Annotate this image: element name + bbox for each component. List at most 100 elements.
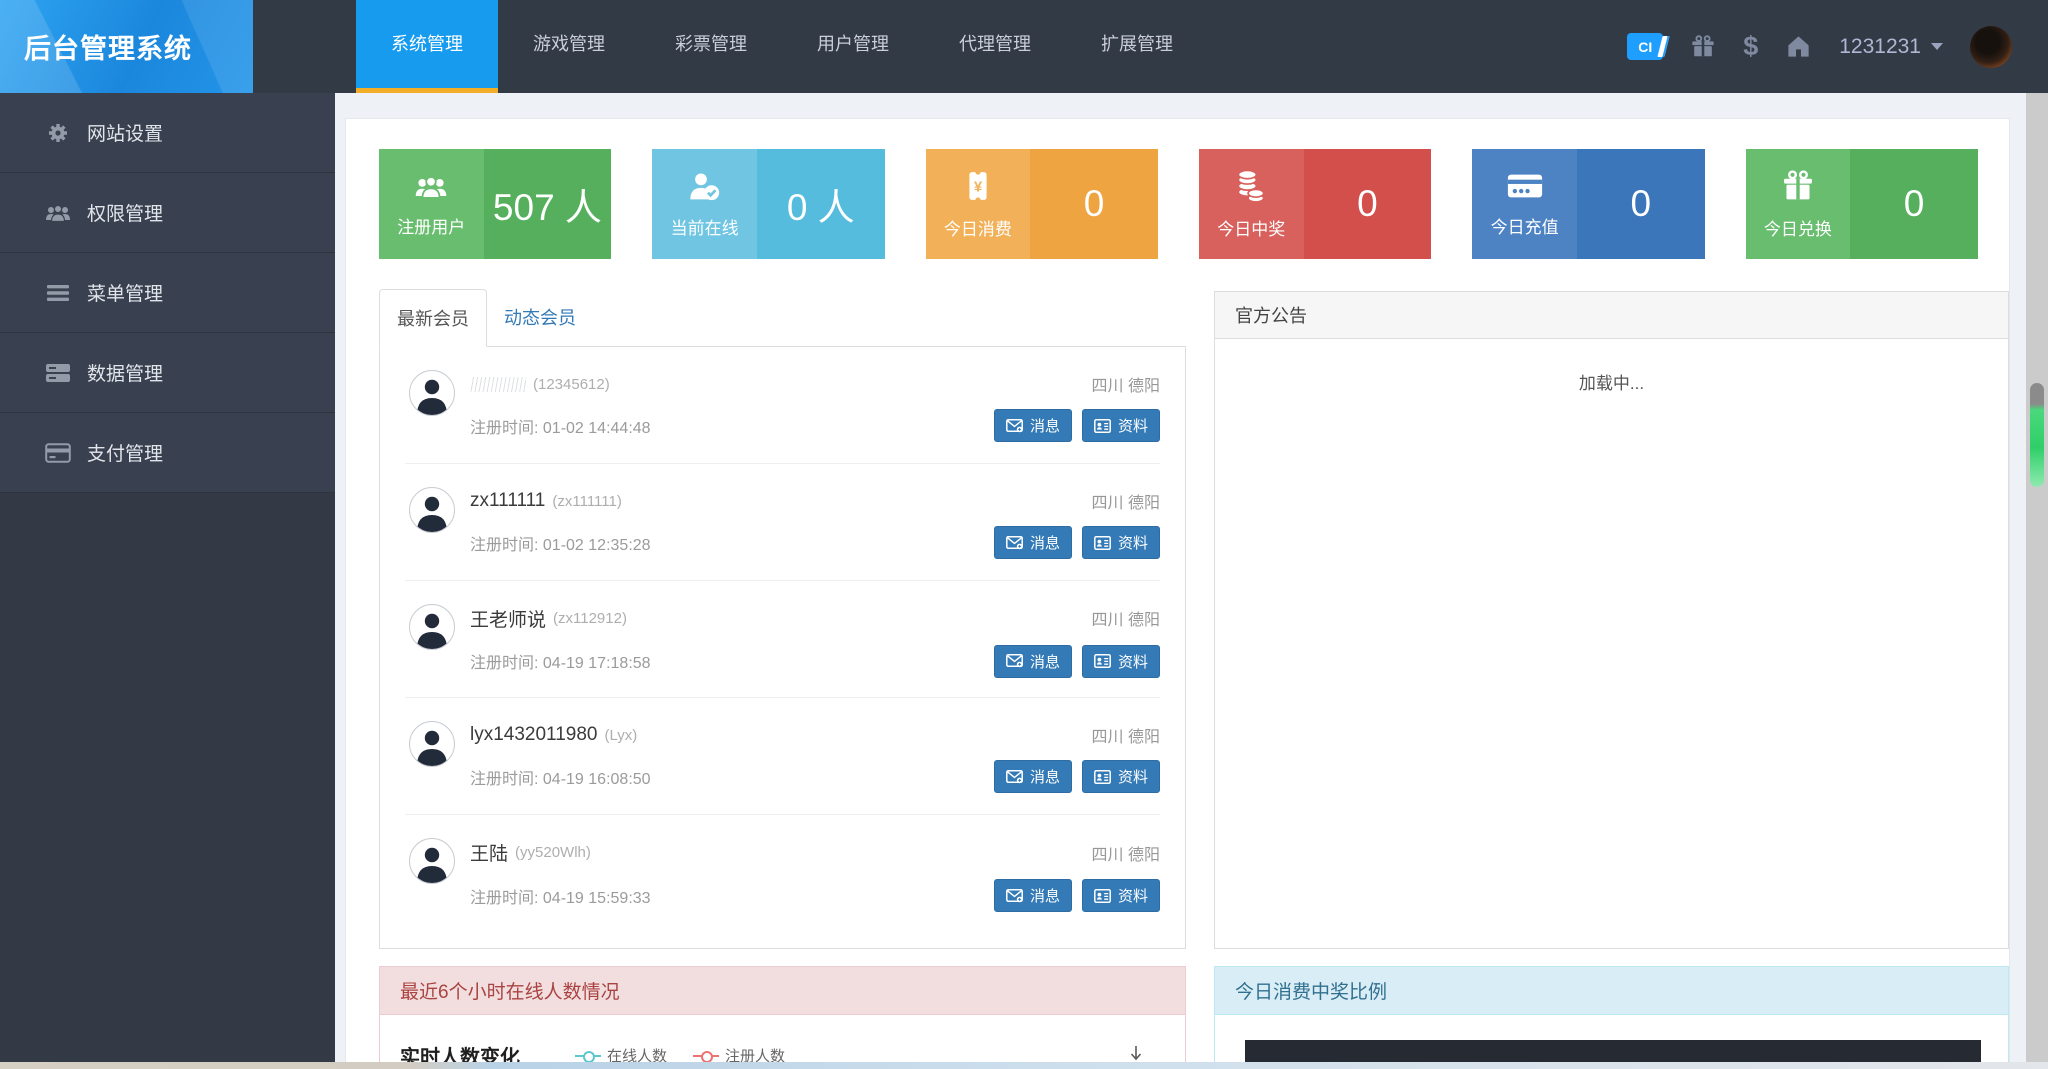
member-location: 四川 德阳 xyxy=(1092,841,1160,865)
member-username: (Lyx) xyxy=(604,727,637,744)
reg-time-label: 注册时间: xyxy=(470,420,538,437)
message-button[interactable]: 消息 xyxy=(994,760,1072,793)
announcement-title: 官方公告 xyxy=(1215,292,2008,339)
online-users-panel: 最近6个小时在线人数情况 实时人数变化 在线人数 注册人数 xyxy=(379,966,1186,1069)
stat-label: 今日中奖 xyxy=(1217,215,1285,240)
gift-icon[interactable] xyxy=(1690,34,1716,60)
announcement-loading: 加载中... xyxy=(1215,339,2008,394)
message-button[interactable]: 消息 xyxy=(994,879,1072,912)
credit-card-icon xyxy=(44,443,71,463)
reg-time-label: 注册时间: xyxy=(470,537,538,554)
id-card-icon xyxy=(1094,770,1111,784)
profile-button[interactable]: 资料 xyxy=(1082,760,1160,793)
sidebar: 网站设置 权限管理 xyxy=(0,93,335,1069)
stat-value: 0 xyxy=(1577,149,1705,259)
ci-badge-icon[interactable]: CI xyxy=(1627,33,1663,60)
profile-button[interactable]: 资料 xyxy=(1082,645,1160,678)
admin-dashboard: 后台管理系统 系统管理 游戏管理 彩票管理 用户管理 代理管理 扩展管理 CI xyxy=(0,0,2048,1069)
tab-active-members[interactable]: 动态会员 xyxy=(487,289,593,347)
home-icon[interactable] xyxy=(1785,33,1812,60)
red-line-marker-icon xyxy=(693,1051,719,1061)
database-icon xyxy=(44,362,71,384)
nav-tab-lottery[interactable]: 彩票管理 xyxy=(640,0,782,93)
stat-card-today-redeem[interactable]: 今日兑换 0 xyxy=(1746,149,1978,259)
member-username: (zx112912) xyxy=(553,610,627,627)
member-name: 王老师说 xyxy=(470,605,546,632)
vertical-scrollbar[interactable] xyxy=(2026,93,2048,1062)
username-label: 1231231 xyxy=(1839,35,1921,59)
member-username: (12345612) xyxy=(533,376,610,393)
horizontal-scrollbar[interactable] xyxy=(0,1062,2048,1069)
user-menu[interactable]: 1231231 xyxy=(1839,35,1943,59)
envelope-icon xyxy=(1006,419,1023,433)
nav-tab-user[interactable]: 用户管理 xyxy=(782,0,924,93)
navbar-actions: CI $ 1231231 xyxy=(1627,0,2012,93)
envelope-icon xyxy=(1006,536,1023,550)
dollar-icon[interactable]: $ xyxy=(1743,31,1758,62)
sidebar-item-menu-manage[interactable]: 菜单管理 xyxy=(0,253,335,333)
nav-tab-game[interactable]: 游戏管理 xyxy=(498,0,640,93)
sidebar-item-label: 数据管理 xyxy=(87,359,163,386)
stat-card-today-recharge[interactable]: 今日充值 0 xyxy=(1472,149,1704,259)
sidebar-item-permissions[interactable]: 权限管理 xyxy=(0,173,335,253)
nav-tab-agent[interactable]: 代理管理 xyxy=(924,0,1066,93)
stat-card-today-spend[interactable]: ¥ 今日消费 0 xyxy=(926,149,1158,259)
reg-time-value: 04-19 17:18:58 xyxy=(543,655,651,672)
reg-time-label: 注册时间: xyxy=(470,890,538,907)
sidebar-item-site-settings[interactable]: 网站设置 xyxy=(0,93,335,173)
member-avatar xyxy=(409,370,455,416)
member-row: zx111111 (zx111111) 四川 德阳 注册时间: 01-02 12… xyxy=(405,464,1160,581)
users-icon xyxy=(44,201,71,225)
stat-card-today-winning[interactable]: 今日中奖 0 xyxy=(1199,149,1431,259)
message-button[interactable]: 消息 xyxy=(994,645,1072,678)
reg-time-label: 注册时间: xyxy=(470,771,538,788)
message-button[interactable]: 消息 xyxy=(994,409,1072,442)
member-name: zx111111 xyxy=(470,490,545,512)
user-check-icon xyxy=(687,170,723,207)
member-location: 四川 德阳 xyxy=(1092,723,1160,747)
ratio-panel: 今日消费中奖比例 xyxy=(1214,966,2009,1069)
sidebar-menu: 网站设置 权限管理 xyxy=(0,93,335,493)
stat-cards: 注册用户 507 人 xyxy=(379,149,1978,259)
user-avatar[interactable] xyxy=(1970,26,2012,68)
top-nav-tabs: 系统管理 游戏管理 彩票管理 用户管理 代理管理 扩展管理 xyxy=(356,0,1208,93)
profile-button[interactable]: 资料 xyxy=(1082,526,1160,559)
chevron-down-icon xyxy=(1931,43,1943,50)
stat-card-registered-users[interactable]: 注册用户 507 人 xyxy=(379,149,611,259)
top-navbar: 后台管理系统 系统管理 游戏管理 彩票管理 用户管理 代理管理 扩展管理 CI xyxy=(0,0,2048,93)
nav-tab-system[interactable]: 系统管理 xyxy=(356,0,498,93)
member-row: 王老师说 (zx112912) 四川 德阳 注册时间: 04-19 17:18:… xyxy=(405,581,1160,698)
svg-text:¥: ¥ xyxy=(974,178,983,195)
online-chart-header: 实时人数变化 在线人数 注册人数 xyxy=(380,1015,1185,1069)
stat-label: 今日充值 xyxy=(1491,213,1559,238)
sidebar-item-data-manage[interactable]: 数据管理 xyxy=(0,333,335,413)
coins-icon xyxy=(1235,169,1267,208)
member-name: 王陆 xyxy=(470,839,508,866)
message-button[interactable]: 消息 xyxy=(994,526,1072,559)
main-content: 注册用户 507 人 xyxy=(335,93,2048,1069)
stat-value: 0 xyxy=(1030,149,1158,259)
members-tabs: 最新会员 动态会员 xyxy=(379,289,1186,347)
stat-card-online-now[interactable]: 当前在线 0 人 xyxy=(652,149,884,259)
member-avatar xyxy=(409,487,455,533)
member-location: 四川 德阳 xyxy=(1092,489,1160,513)
member-row: 王陆 (yy520Wlh) 四川 德阳 注册时间: 04-19 15:59:33 xyxy=(405,815,1160,932)
member-location: 四川 德阳 xyxy=(1092,372,1160,396)
id-card-icon xyxy=(1094,654,1111,668)
main-panel: 注册用户 507 人 xyxy=(345,118,2010,1069)
member-avatar xyxy=(409,604,455,650)
receipt-yen-icon: ¥ xyxy=(963,169,993,208)
id-card-icon xyxy=(1094,536,1111,550)
teal-line-marker-icon xyxy=(575,1051,601,1061)
vertical-scrollbar-thumb[interactable] xyxy=(2030,383,2044,487)
id-card-icon xyxy=(1094,419,1111,433)
profile-button[interactable]: 资料 xyxy=(1082,409,1160,442)
sidebar-item-payment[interactable]: 支付管理 xyxy=(0,413,335,493)
gift-icon xyxy=(1780,169,1816,208)
nav-tab-extension[interactable]: 扩展管理 xyxy=(1066,0,1208,93)
tab-latest-members[interactable]: 最新会员 xyxy=(379,289,487,347)
profile-button[interactable]: 资料 xyxy=(1082,879,1160,912)
reg-time-label: 注册时间: xyxy=(470,655,538,672)
member-username: (yy520Wlh) xyxy=(515,844,591,861)
redacted-member-name xyxy=(470,377,526,392)
